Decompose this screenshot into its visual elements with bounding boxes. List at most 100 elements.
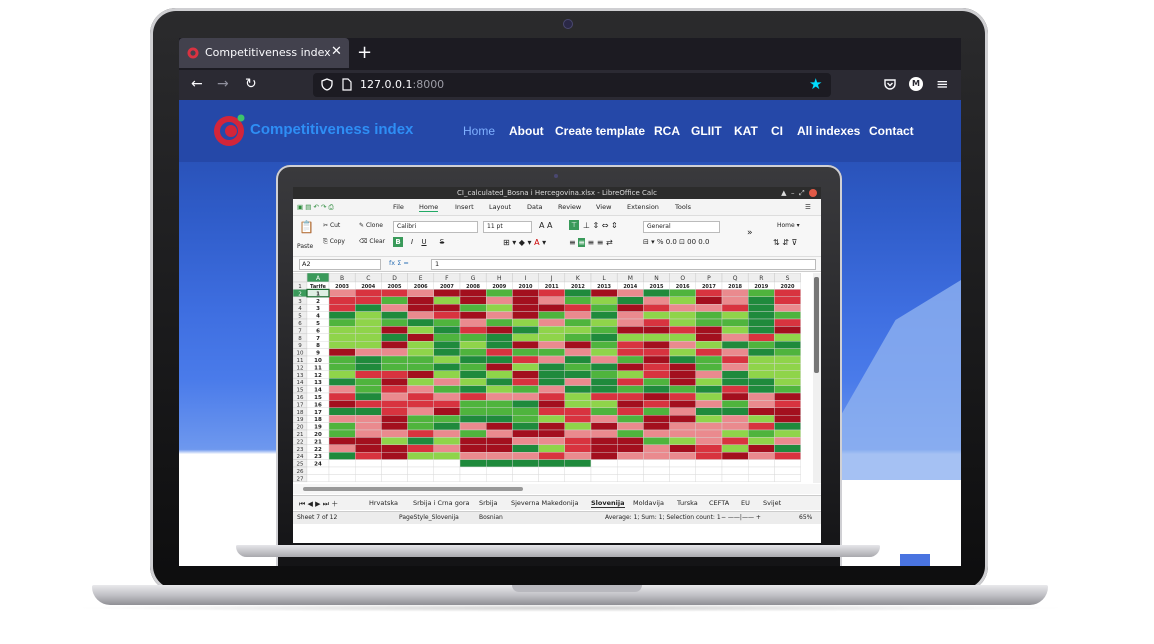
menu-review[interactable]: Review: [558, 203, 581, 211]
nav-gliit[interactable]: GLIIT: [691, 124, 722, 138]
grid-cell: [590, 474, 618, 482]
column-header-label: S: [786, 275, 790, 282]
grid-cell: [695, 474, 723, 482]
strikethrough-button[interactable]: S: [437, 237, 447, 247]
menu-home[interactable]: Home: [419, 203, 439, 212]
grid-cell: [564, 459, 592, 468]
horizontal-scrollbar[interactable]: [293, 484, 821, 494]
horizontal-scroll-thumb[interactable]: [303, 487, 523, 491]
nav-create-template[interactable]: Create template: [555, 124, 645, 138]
new-tab-icon[interactable]: +: [357, 42, 372, 63]
hamburger-menu-icon[interactable]: ≡: [936, 75, 949, 93]
pocket-icon[interactable]: [883, 77, 897, 91]
bold-button[interactable]: B: [393, 237, 403, 247]
address-bar[interactable]: 127.0.0.1:8000 ★: [313, 73, 831, 97]
grid-cell: [721, 392, 749, 401]
brand-name[interactable]: Competitiveness index: [250, 121, 413, 138]
italic-button[interactable]: I: [407, 237, 417, 247]
number-format-icons[interactable]: ⊟ ▾ % 0.0 ⊡ 00 0.0: [643, 238, 709, 246]
grid-cell: [695, 326, 723, 335]
sheet-tab-active[interactable]: Slovenija: [591, 499, 625, 508]
name-box[interactable]: A2: [299, 259, 381, 270]
borders-icon[interactable]: ⊞ ▾ ◆ ▾ A ▾: [503, 238, 546, 247]
language-indicator[interactable]: Bosnian: [479, 514, 503, 521]
menu-file[interactable]: File: [393, 203, 404, 211]
nav-about[interactable]: About: [509, 124, 544, 138]
sheet-tab[interactable]: Turska: [677, 499, 698, 507]
grid-cell: [721, 414, 749, 423]
sheet-tab[interactable]: Hrvatska: [369, 499, 398, 507]
clear-button[interactable]: ⌫ Clear: [359, 238, 385, 245]
app-icons[interactable]: ▣ ▤ ↶ ↷ ⎙: [297, 203, 334, 212]
grid-cell: [774, 466, 801, 475]
tab-close-icon[interactable]: ✕: [331, 44, 342, 59]
paragraph-align-icons[interactable]: ≡ ≡ ≡ ≡ ⇄: [569, 238, 613, 247]
bookmark-star-icon[interactable]: ★: [809, 75, 822, 93]
zoom-slider[interactable]: − ——|—— +: [721, 514, 761, 521]
sidebar-menu-icon[interactable]: ☰: [805, 203, 811, 211]
logo-icon[interactable]: [212, 113, 246, 147]
sheet-tab[interactable]: Moldavija: [633, 499, 664, 507]
column-header-label: G: [471, 275, 476, 282]
grid-cell: [774, 407, 801, 416]
menu-extension[interactable]: Extension: [627, 203, 659, 211]
nav-kat[interactable]: KAT: [734, 124, 758, 138]
grid-cell: [459, 311, 487, 320]
sort-filter-icons[interactable]: ⇅ ⇵ ⊽: [773, 238, 797, 247]
nav-contact[interactable]: Contact: [869, 124, 914, 138]
sheet-tab[interactable]: EU: [741, 499, 750, 507]
font-name-box[interactable]: Calibri: [393, 221, 478, 233]
grid-cell: [407, 363, 434, 372]
vertical-scroll-thumb[interactable]: [814, 277, 819, 373]
paste-button[interactable]: Paste: [297, 243, 313, 250]
font-grow-icon[interactable]: A A: [539, 221, 553, 230]
spreadsheet-grid[interactable]: A B C D E F G H I J K L M N O P Q R S 1 Tarife 2003 2004 2005 20…: [293, 273, 813, 483]
nav-home[interactable]: Home: [463, 124, 495, 138]
clone-button[interactable]: ✎ Clone: [359, 222, 383, 229]
nav-all-indexes[interactable]: All indexes: [797, 124, 860, 138]
menu-layout[interactable]: Layout: [489, 203, 511, 211]
sheet-tab[interactable]: Srbija: [479, 499, 498, 507]
reload-icon[interactable]: ↻: [245, 76, 257, 92]
number-format-box[interactable]: General: [643, 221, 720, 233]
paste-icon[interactable]: 📋: [299, 220, 314, 234]
sheet-nav-arrows[interactable]: ⏮ ◀ ▶ ⏭ ＋: [299, 499, 338, 509]
copy-button[interactable]: ⎘ Copy: [323, 238, 345, 246]
nav-ci[interactable]: CI: [771, 124, 783, 138]
page-style: PageStyle_Slovenija: [399, 514, 459, 521]
account-avatar[interactable]: M: [909, 77, 923, 91]
forward-icon[interactable]: →: [217, 76, 229, 92]
formula-input[interactable]: 1: [431, 259, 816, 270]
align-icons[interactable]: ⊥ ⇕ ⇔ ⇕: [583, 221, 618, 230]
scroll-top-button[interactable]: [900, 554, 930, 566]
grid-cell: [459, 355, 487, 364]
align-top-icon[interactable]: ⊤: [569, 220, 579, 230]
ribbon-expand-icon[interactable]: »: [747, 228, 753, 238]
menu-data[interactable]: Data: [527, 203, 543, 211]
vertical-scrollbar[interactable]: [813, 273, 821, 483]
grid-cell: [590, 385, 618, 394]
style-selector[interactable]: Home ▾: [777, 222, 800, 229]
grid-cell: [328, 333, 356, 342]
back-icon[interactable]: ←: [191, 76, 203, 92]
sheet-tab[interactable]: CEFTA: [709, 499, 729, 507]
browser-tab[interactable]: Competitiveness index ✕: [179, 38, 349, 68]
sheet-tab[interactable]: Srbija i Crna gora: [413, 499, 469, 507]
grid-cell: [485, 363, 513, 372]
underline-button[interactable]: U: [419, 237, 429, 247]
sheet-tab[interactable]: Svijet: [763, 499, 781, 507]
menu-view[interactable]: View: [596, 203, 611, 211]
menu-tools[interactable]: Tools: [675, 203, 691, 211]
font-size-box[interactable]: 11 pt: [483, 221, 532, 233]
function-wizard-icons[interactable]: fx Σ =: [389, 259, 409, 267]
nav-rca[interactable]: RCA: [654, 124, 680, 138]
heatmap-grid[interactable]: A B C D E F G H I J K L M N O P Q R S1 Tarife 2003 2004 2005 20…: [293, 273, 813, 483]
sheet-tab[interactable]: Sjeverna Makedonija: [511, 499, 578, 507]
grid-cell: [695, 304, 723, 312]
zoom-level[interactable]: 65%: [799, 514, 812, 521]
menu-insert[interactable]: Insert: [455, 203, 474, 211]
grid-cell: [485, 459, 513, 468]
cut-button[interactable]: ✂ Cut: [323, 222, 340, 229]
grid-cell: [748, 355, 775, 364]
close-window-icon[interactable]: [809, 189, 817, 197]
